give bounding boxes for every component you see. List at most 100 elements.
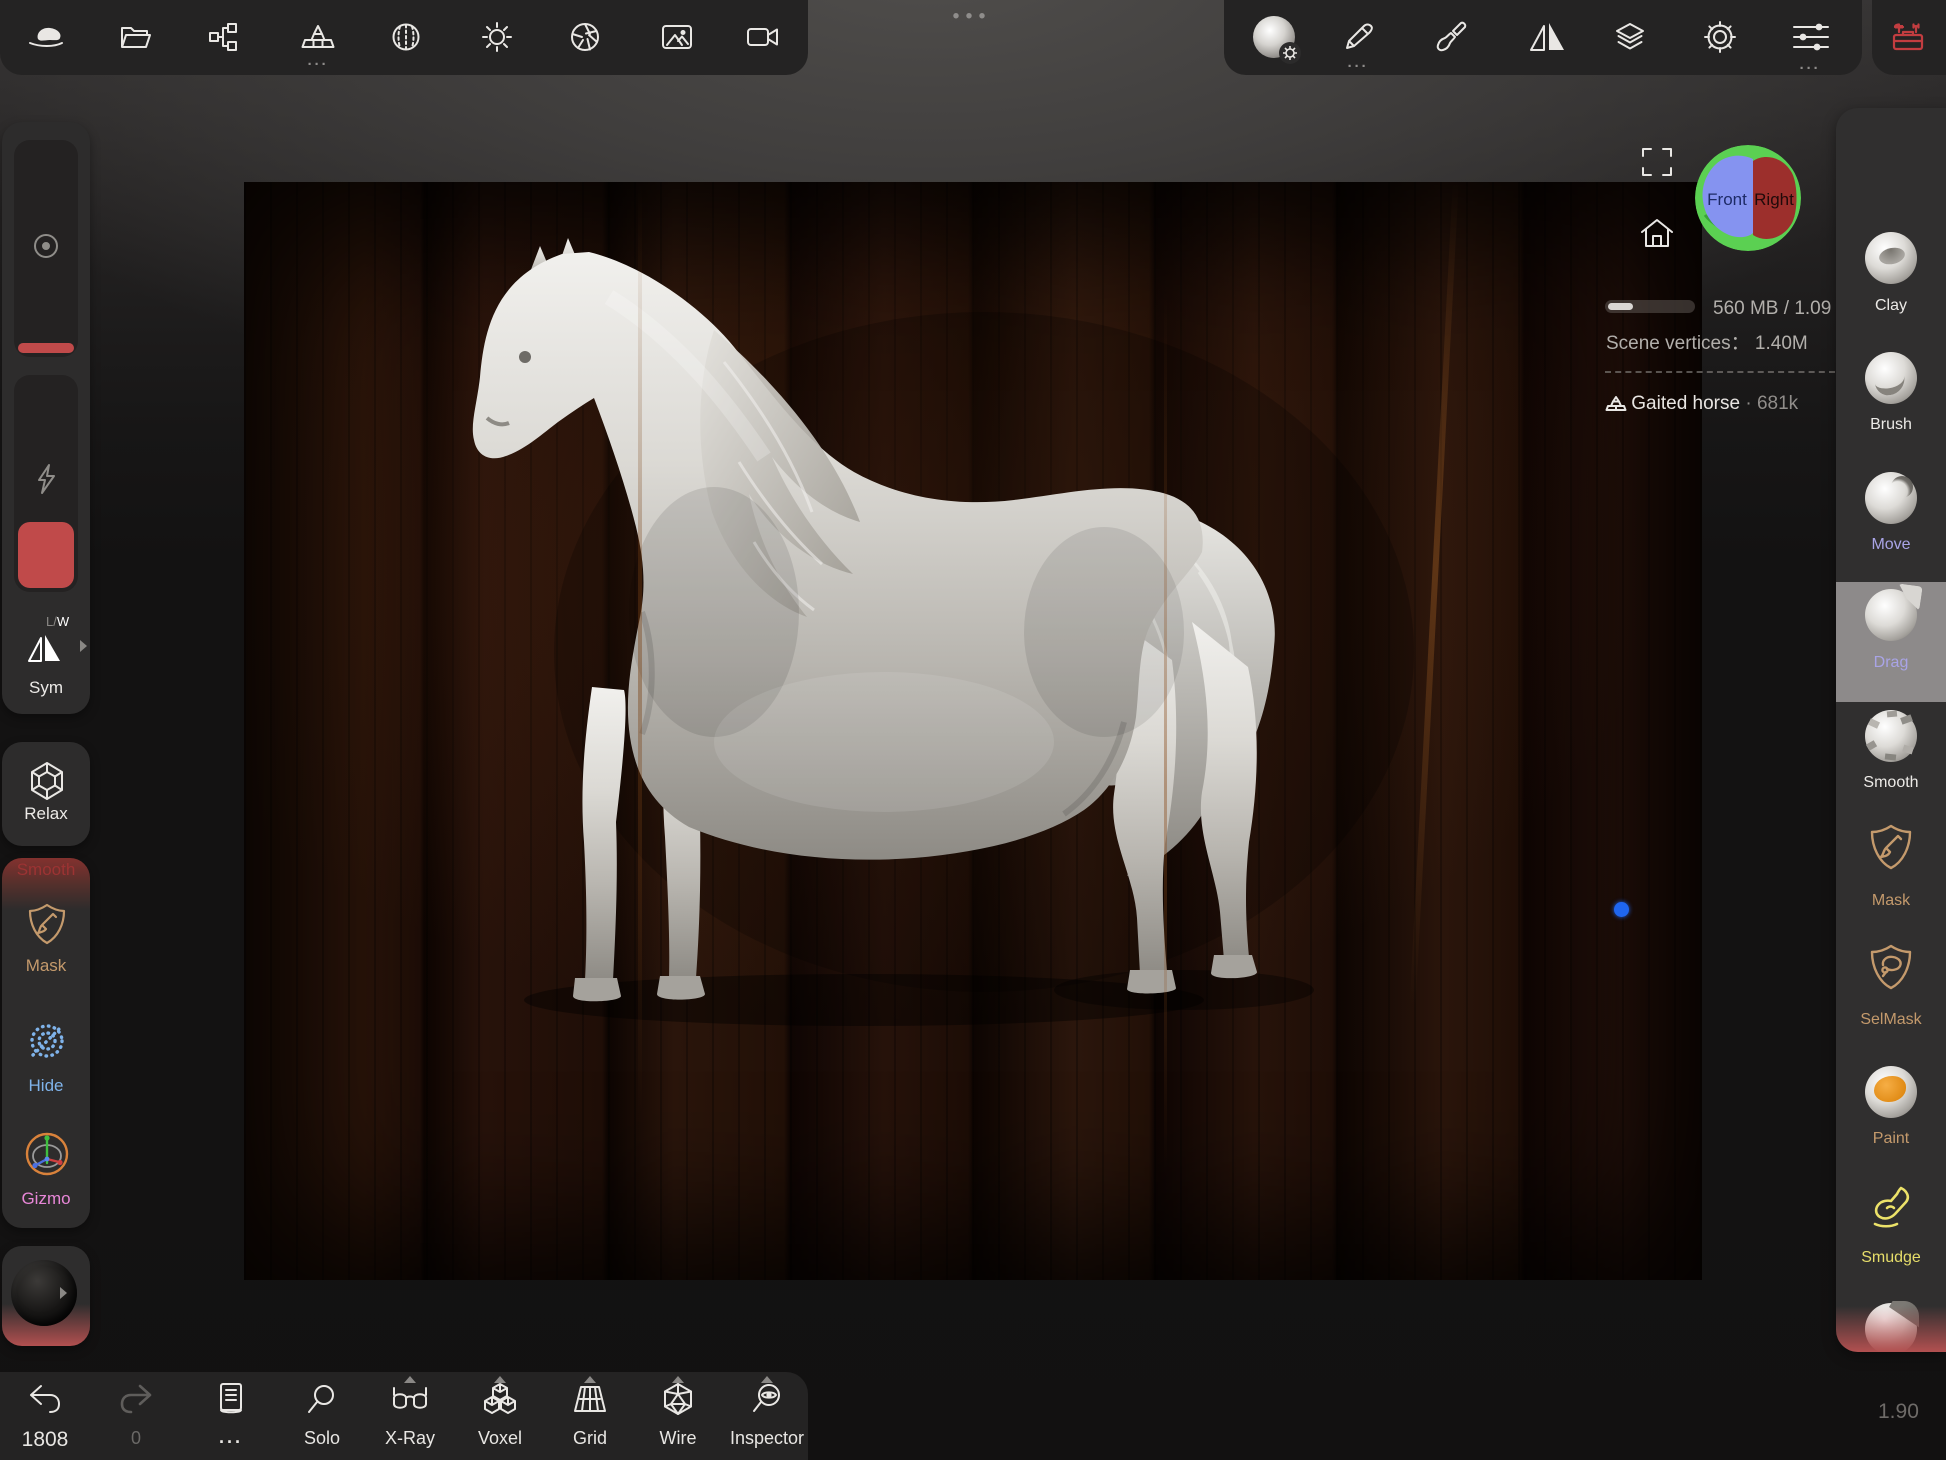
tool-drag[interactable] (1836, 589, 1946, 641)
layers-stack-icon[interactable] (1614, 21, 1646, 53)
bottom-toolbar: 1808 0 ··· Solo X-Ray Voxel Grid (0, 1372, 808, 1460)
tool-clay[interactable] (1836, 232, 1946, 284)
solo-button[interactable]: Solo (282, 1372, 362, 1460)
toolbox-icon[interactable] (1891, 21, 1925, 53)
matcap-sphere-icon[interactable] (1253, 16, 1295, 58)
xray-label: X-Ray (385, 1428, 435, 1449)
symmetry-icon[interactable] (25, 632, 63, 664)
hide-icon[interactable] (25, 1021, 69, 1061)
viewport-canvas[interactable] (244, 182, 1702, 1280)
panel-scroll-fade (1836, 1306, 1946, 1352)
toolbox-bar (1872, 0, 1946, 75)
selmask-shield-icon (1869, 943, 1913, 991)
postprocess-aperture-icon[interactable] (569, 21, 601, 53)
fullscreen-icon[interactable] (1640, 145, 1674, 179)
tool-brush[interactable] (1836, 352, 1946, 404)
scene-vertices: Scene vertices： 1.40M (1606, 328, 1808, 355)
window-handle-dots[interactable]: ••• (952, 6, 991, 29)
drag-label[interactable]: Drag (1836, 654, 1946, 672)
object-row[interactable]: Gaited horse · 681k (1606, 393, 1798, 415)
solo-label: Solo (304, 1428, 340, 1449)
grid-label: Grid (573, 1428, 607, 1449)
clay-label[interactable]: Clay (1836, 297, 1946, 315)
smooth-icon (1865, 710, 1917, 762)
paint-label[interactable]: Paint (1836, 1130, 1946, 1148)
selmask-label[interactable]: SelMask (1836, 1011, 1946, 1029)
radius-slider[interactable] (14, 140, 78, 357)
tool-paint[interactable] (1836, 1066, 1946, 1118)
relax-tool-panel[interactable]: Relax (2, 742, 90, 846)
topology-sphere-icon[interactable] (391, 22, 421, 52)
zoom-level: 1.90 (1878, 1400, 1919, 1424)
wire-button[interactable]: Wire (638, 1372, 718, 1460)
undo-count: 1808 (22, 1428, 69, 1452)
symmetry-label[interactable]: Sym (2, 678, 90, 698)
paint-brush-icon[interactable] (1435, 21, 1467, 53)
inspector-label: Inspector (730, 1428, 804, 1449)
background-image-icon[interactable] (661, 24, 693, 50)
nav-front-label[interactable]: Front (1707, 190, 1747, 209)
stroke-settings-panel: L/W Sym (2, 122, 90, 714)
stylus-cursor-dot (1614, 902, 1629, 917)
memory-usage-text: 560 MB / 1.09 G (1713, 298, 1836, 320)
home-view-icon[interactable] (1638, 216, 1676, 250)
brush-label[interactable]: Brush (1836, 416, 1946, 434)
tool-selmask[interactable] (1836, 943, 1946, 991)
tool-smooth[interactable] (1836, 710, 1946, 762)
object-vertex-count: 681k (1757, 393, 1798, 414)
horse-sculpture[interactable] (244, 182, 1702, 1280)
scene-pyramid-icon[interactable] (301, 23, 335, 51)
voxel-button[interactable]: Voxel (460, 1372, 540, 1460)
xray-expand-caret[interactable] (404, 1376, 416, 1383)
clay-icon (1865, 232, 1917, 284)
gizmo-icon[interactable] (24, 1131, 70, 1177)
sculpt-tools-panel: Clay Brush Move Drag Smooth Mask SelMask… (1836, 108, 1946, 1352)
history-button[interactable]: ··· (191, 1372, 271, 1460)
wood-grain-streak (638, 182, 642, 1280)
node-graph-icon[interactable] (208, 22, 238, 52)
tool-move[interactable] (1836, 472, 1946, 524)
brush-icon (1865, 352, 1917, 404)
intensity-slider[interactable] (14, 375, 78, 592)
mask-label[interactable]: Mask (2, 956, 90, 976)
grid-expand-caret[interactable] (584, 1376, 596, 1383)
settings-gear-icon[interactable] (1703, 20, 1737, 54)
smooth-label[interactable]: Smooth (1836, 774, 1946, 792)
tool-smudge[interactable] (1836, 1184, 1946, 1230)
relax-icon (26, 760, 68, 802)
open-folder-icon[interactable] (119, 23, 151, 51)
redo-button[interactable]: 0 (96, 1372, 176, 1460)
config-sliders-icon[interactable] (1792, 22, 1828, 52)
inspector-button[interactable]: Inspector (727, 1372, 807, 1460)
stylus-pencil-icon[interactable] (1343, 22, 1373, 52)
nomad-logo-icon[interactable] (26, 23, 66, 51)
undo-button[interactable]: 1808 (5, 1372, 85, 1460)
gizmo-label[interactable]: Gizmo (2, 1189, 90, 1209)
smudge-label[interactable]: Smudge (1836, 1249, 1946, 1267)
symmetry-expand-chevron[interactable] (80, 640, 87, 652)
sliders-more-dots: ··· (1800, 60, 1821, 77)
mask-label-right[interactable]: Mask (1836, 892, 1946, 910)
hide-label[interactable]: Hide (2, 1076, 90, 1096)
grid-button[interactable]: Grid (550, 1372, 630, 1460)
orientation-sphere[interactable]: Front Right (1695, 145, 1801, 251)
history-more-dots: ··· (219, 1432, 243, 1453)
smooth-peek-label[interactable]: Smooth (2, 860, 90, 880)
xray-button[interactable]: X-Ray (370, 1372, 450, 1460)
background-material-panel[interactable] (2, 1246, 90, 1346)
mask-icon[interactable] (27, 902, 67, 946)
move-label[interactable]: Move (1836, 536, 1946, 554)
intensity-slider-fill (18, 522, 74, 588)
lighting-sun-icon[interactable] (481, 21, 513, 53)
nav-right-label[interactable]: Right (1754, 190, 1794, 209)
scene-vertices-label: Scene vertices： (1606, 333, 1750, 354)
object-name[interactable]: Gaited horse (1631, 393, 1740, 414)
camera-video-icon[interactable] (746, 25, 780, 49)
voxel-label: Voxel (478, 1428, 522, 1449)
environment-expand-chevron[interactable] (60, 1287, 67, 1299)
tool-mask[interactable] (1836, 823, 1946, 871)
relax-label[interactable]: Relax (2, 804, 90, 824)
symmetry-mirror-icon[interactable] (1528, 20, 1566, 54)
scene-more-dots: ··· (308, 56, 329, 73)
wire-label: Wire (660, 1428, 697, 1449)
